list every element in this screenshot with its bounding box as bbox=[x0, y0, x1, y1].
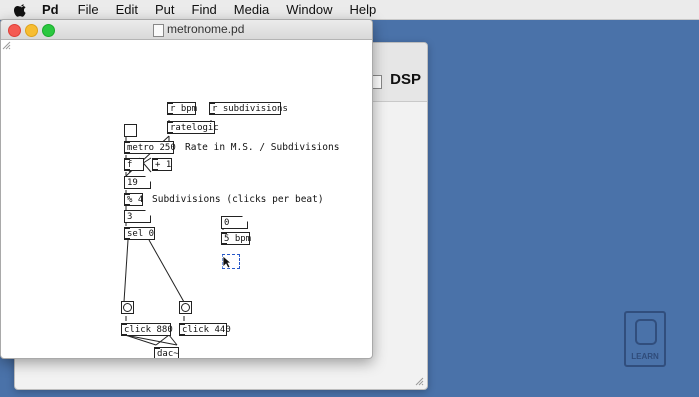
click-440-object[interactable]: click 440 bbox=[179, 323, 231, 336]
patch-canvas[interactable]: r bpm r subdivisions ratelogic metro 250… bbox=[1, 40, 372, 358]
mouse-cursor-icon bbox=[222, 255, 232, 269]
float-object[interactable]: f bbox=[124, 158, 144, 171]
bang-440[interactable] bbox=[179, 301, 192, 314]
menu-bar: Pd File Edit Put Find Media Window Help bbox=[0, 0, 699, 20]
bpm-object[interactable]: 5 bpm bbox=[221, 232, 251, 245]
counter-number-box[interactable]: 19 bbox=[124, 176, 151, 189]
patch-titlebar[interactable]: metronome.pd bbox=[1, 20, 372, 40]
subdivisions-comment: Subdivisions (clicks per beat) bbox=[152, 194, 324, 205]
menu-media[interactable]: Media bbox=[234, 2, 269, 17]
resize-grip-icon[interactable] bbox=[414, 376, 424, 386]
rate-comment: Rate in M.S. / Subdivisions bbox=[185, 142, 340, 153]
patch-window: metronome.pd r bpm r subdivisions ratelo… bbox=[0, 19, 373, 359]
select-object[interactable]: sel 0 bbox=[124, 227, 155, 240]
receive-bpm-object[interactable]: r bpm bbox=[167, 102, 197, 115]
document-icon bbox=[153, 24, 164, 37]
watermark-text: LEARN bbox=[631, 352, 659, 361]
zoom-button[interactable] bbox=[42, 24, 55, 37]
resize-grip-icon[interactable] bbox=[1, 40, 11, 50]
receive-subdivisions-object[interactable]: r subdivisions bbox=[209, 102, 288, 115]
learn-watermark-logo: LEARN bbox=[624, 311, 666, 367]
beat-number-box[interactable]: 3 bbox=[124, 210, 151, 223]
menu-find[interactable]: Find bbox=[192, 2, 217, 17]
menu-file[interactable]: File bbox=[78, 2, 99, 17]
close-button[interactable] bbox=[8, 24, 21, 37]
dac-object[interactable]: dac~ bbox=[154, 347, 179, 358]
menu-window[interactable]: Window bbox=[286, 2, 332, 17]
window-title: metronome.pd bbox=[167, 22, 245, 36]
menu-app-pd[interactable]: Pd bbox=[42, 2, 59, 17]
ratelogic-object[interactable]: ratelogic bbox=[167, 121, 219, 134]
apple-logo-icon[interactable] bbox=[14, 3, 28, 17]
bang-880[interactable] bbox=[121, 301, 134, 314]
dsp-label: DSP bbox=[390, 71, 421, 88]
minimize-button[interactable] bbox=[25, 24, 38, 37]
modulo-object[interactable]: % 4 bbox=[124, 193, 143, 206]
menu-help[interactable]: Help bbox=[349, 2, 376, 17]
metro-object[interactable]: metro 250 bbox=[124, 141, 176, 154]
mascot-face-icon bbox=[635, 319, 657, 345]
metro-toggle[interactable] bbox=[124, 124, 137, 137]
menu-edit[interactable]: Edit bbox=[116, 2, 138, 17]
menu-put[interactable]: Put bbox=[155, 2, 175, 17]
subdivisions-number-box[interactable]: 0 bbox=[221, 216, 248, 229]
click-880-object[interactable]: click 880 bbox=[121, 323, 173, 336]
plus-one-object[interactable]: + 1 bbox=[152, 158, 172, 171]
